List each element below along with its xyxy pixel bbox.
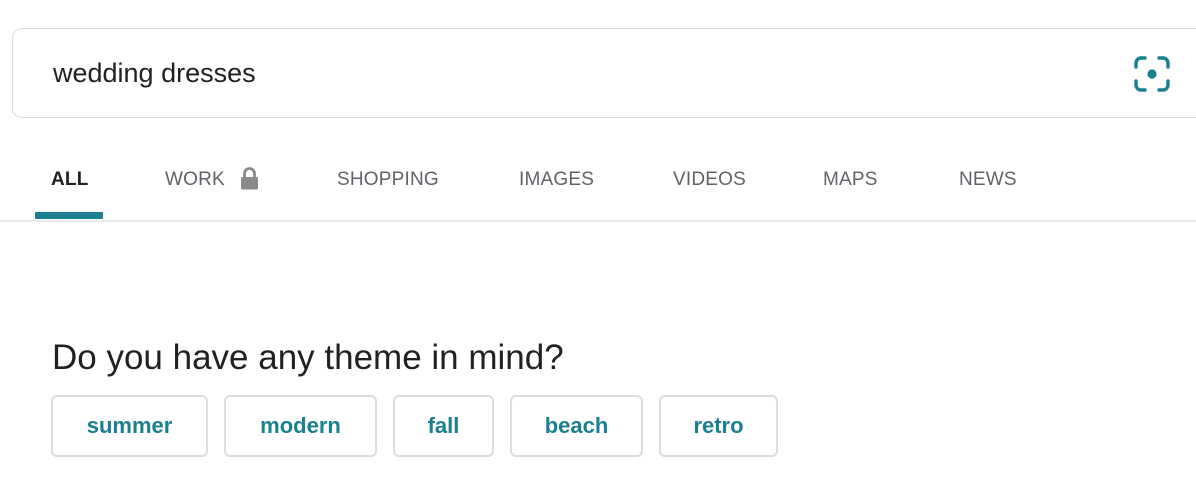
search-input[interactable]: wedding dresses — [53, 29, 256, 117]
theme-chip-retro[interactable]: retro — [659, 395, 778, 457]
theme-question: Do you have any theme in mind? — [52, 338, 564, 377]
search-box[interactable]: wedding dresses — [12, 28, 1196, 118]
theme-chip-fall[interactable]: fall — [393, 395, 494, 457]
tab-bar: ALL WORK SHOPPING IMAGES VIDEOS MAPS NEW… — [0, 148, 1196, 222]
tab-news[interactable]: NEWS — [959, 148, 1017, 218]
theme-chip-beach[interactable]: beach — [510, 395, 643, 457]
tab-shopping[interactable]: SHOPPING — [337, 148, 439, 218]
tab-images[interactable]: IMAGES — [519, 148, 594, 218]
tab-videos[interactable]: VIDEOS — [673, 148, 746, 218]
theme-chip-modern[interactable]: modern — [224, 395, 377, 457]
tab-all[interactable]: ALL — [51, 148, 89, 218]
tab-maps[interactable]: MAPS — [823, 148, 878, 218]
active-tab-indicator — [35, 212, 103, 219]
tab-work[interactable]: WORK — [165, 148, 225, 218]
lock-icon — [241, 167, 258, 190]
visual-search-icon[interactable] — [1133, 55, 1171, 93]
theme-chip-summer[interactable]: summer — [51, 395, 208, 457]
